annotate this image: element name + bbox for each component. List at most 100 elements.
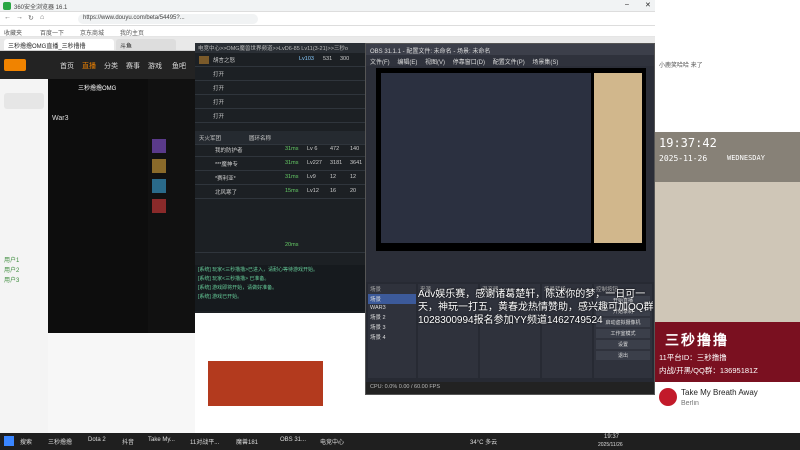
douyu-left-sidebar: 用户1 用户2 用户3 [0,79,48,433]
room-row[interactable]: 打开 [195,81,365,95]
game-list-sidebar [148,79,195,333]
player-stat: 300 [340,56,350,62]
nav-live[interactable]: 直播 [82,61,96,71]
url-field[interactable]: https://www.douyu.com/beta/54495?... [78,14,258,24]
table-row[interactable]: ***魔神专 31ms Lv227 3181 3641 [195,157,365,171]
menu-docks[interactable]: 停靠窗口(D) [453,60,485,66]
taskbar-date[interactable]: 2025/11/26 [598,442,623,448]
refresh-icon[interactable]: ↻ [28,14,34,22]
game-icon[interactable] [152,179,166,193]
taskbar-item[interactable]: 电竞中心 [320,437,344,446]
menu-file[interactable]: 文件(F) [370,60,390,66]
log-line: [系统] 游戏已开始。 [198,294,243,300]
open-label: 打开 [213,72,225,78]
ping: 31ms [285,174,299,180]
stat: 20 [350,188,357,194]
ping-row: 20ms [195,239,365,253]
menu-profile[interactable]: 配置文件(P) [493,60,525,66]
bookmark-item[interactable]: 百度一下 [40,28,64,36]
taskbar-item[interactable]: Dota 2 [88,437,106,443]
home-icon[interactable]: ⌂ [40,14,44,21]
tab-label: 三秒撸撸OMG直播_三秒撸撸 [8,44,86,50]
weekday: WEDNESDAY [727,154,765,162]
game-icon[interactable] [152,159,166,173]
stat: 16 [330,188,337,194]
menu-view[interactable]: 视图(V) [425,60,445,66]
nav-category[interactable]: 分类 [104,61,118,71]
table-row[interactable]: 北风寒了 15ms Lv12 16 20 [195,185,365,199]
exit-button[interactable]: 退出 [596,351,650,360]
game-icon[interactable] [152,139,166,153]
obs-menu-bar: 文件(F) 编辑(E) 视图(V) 停靠窗口(D) 配置文件(P) 场景集(S) [366,55,654,66]
obs-title: OBS 31.1.1 - 配置文件: 未命名 - 场景: 未命名 [366,44,654,55]
ping: 15ms [285,188,299,194]
level: Lv227 [307,160,322,166]
bookmark-item[interactable]: 我的主页 [120,28,144,36]
nav-games[interactable]: 游戏 [148,61,162,71]
windows-icon[interactable] [4,436,14,446]
minimize-icon[interactable]: – [625,1,629,8]
clock-panel: 19:37:42 2025-11-26 WEDNESDAY [655,132,800,182]
date: 2025-11-26 [659,154,708,163]
player-name: 胡言之怒 [213,58,236,64]
ad-banner[interactable] [208,361,323,406]
back-icon[interactable]: ← [4,14,11,21]
song-title: Take My Breath Away [681,388,758,397]
obs-status-bar: CPU: 0.0% 0.00 / 60.00 FPS [366,382,654,394]
preview-webcam [594,73,642,243]
tab-douyu[interactable]: 斗鱼 [116,39,176,50]
taskbar-time[interactable]: 19:37 [604,434,619,440]
nav-home[interactable]: 首页 [60,61,74,71]
room-row[interactable]: 打开 [195,109,365,123]
player-name: *赛利亚* [215,176,236,182]
weather[interactable]: 34°C 多云 [470,437,497,446]
douyu-nav-bar: 首页 直播 分类 赛事 游戏 鱼吧 [0,51,195,79]
room-row[interactable]: 打开 [195,95,365,109]
game-icon[interactable] [152,199,166,213]
scene-item[interactable]: 场景 2 [368,312,416,322]
taskbar-item[interactable]: 11对战平... [190,437,219,446]
close-icon[interactable]: ✕ [645,1,651,9]
scenes-dock: 场景 场景 WAR3 场景 2 场景 3 场景 4 [368,284,416,378]
table-row[interactable]: *赛利亚* 31ms Lv9 12 12 [195,171,365,185]
stream-video[interactable]: War3 三秒撸撸OMG [48,79,148,333]
nav-events[interactable]: 赛事 [126,61,140,71]
scene-item[interactable]: 场景 3 [368,322,416,332]
ping: 31ms [285,160,299,166]
table-header: 圆环名称 [249,136,272,142]
room-row[interactable]: 打开 [195,67,365,81]
tab-label: 斗鱼 [120,44,133,50]
stage-label: War3 [52,115,69,122]
taskbar-item[interactable]: Take My... [148,437,175,443]
song-artist: Berlin [681,400,699,407]
chat-message: 小鹿笑哈哈 来了 [659,63,703,69]
scene-item[interactable]: 场景 4 [368,332,416,342]
browser-logo-icon [3,2,11,10]
browser-title-bar: 360安全浏览器 16.1 – ✕ [0,0,655,12]
room-row[interactable]: 胡言之怒 Lv103 531 300 [195,53,365,67]
menu-edit[interactable]: 编辑(E) [397,60,417,66]
taskbar-item[interactable]: 三秒撸撸 [48,437,72,446]
chat-user: 用户1 [4,258,20,264]
tab-douyu-active[interactable]: 三秒撸撸OMG直播_三秒撸撸 [4,39,114,50]
bookmark-item[interactable]: 京东商城 [80,28,104,36]
table-row[interactable]: 我的防护者 31ms Lv 6 472 140 [195,143,365,157]
forward-icon[interactable]: → [16,14,23,21]
follow-item[interactable] [4,93,44,109]
album-art-icon [659,388,677,406]
platform-id: 11平台ID：三秒撸撸 [659,353,727,362]
chat-user: 用户3 [4,278,20,284]
player-name: 我的防护者 [215,148,243,154]
taskbar-item[interactable]: 魔兽181 [236,437,258,446]
scene-item[interactable]: 场景 [368,294,416,304]
taskbar-item[interactable]: OBS 31... [280,437,306,443]
preview-capture [381,73,591,243]
nav-fishbar[interactable]: 鱼吧 [172,61,186,71]
scene-item[interactable]: WAR3 [368,304,416,312]
obs-preview[interactable] [376,68,646,251]
taskbar-item[interactable]: 抖音 [122,437,134,446]
bookmark-item[interactable]: 收藏夹 [4,28,22,36]
menu-scenes[interactable]: 场景集(S) [532,60,558,66]
desktop: 360安全浏览器 16.1 – ✕ ← → ↻ ⌂ https://www.do… [0,0,800,450]
taskbar-item[interactable]: 搜索 [20,437,32,446]
